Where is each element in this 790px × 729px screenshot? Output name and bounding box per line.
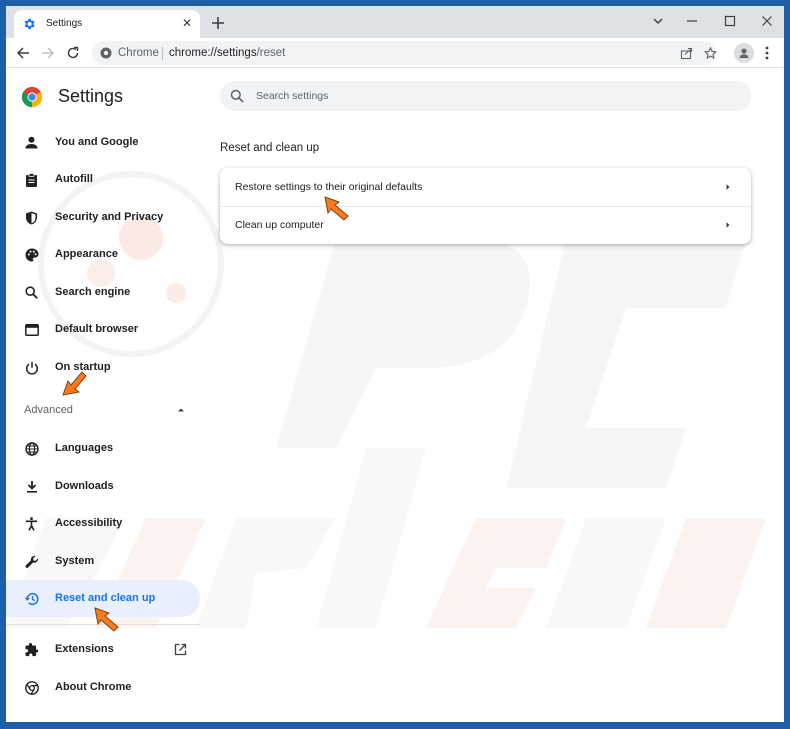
search-icon [230,89,244,103]
search-settings-field[interactable]: Search settings [220,81,751,111]
sidebar-item-autofill[interactable]: Autofill [6,161,200,198]
toolbar: Chrome chrome://settings/reset [6,38,784,68]
sidebar-item-label: Default browser [55,323,139,335]
arrow-right-icon [726,184,730,190]
back-arrow-icon[interactable] [14,44,32,62]
clean-up-computer-row[interactable]: Clean up computer [220,206,751,244]
sidebar-item-label: You and Google [55,136,139,148]
sidebar-item-system[interactable]: System [6,543,200,580]
restore-defaults-row[interactable]: Restore settings to their original defau… [220,168,751,206]
browser-icon [24,322,39,337]
palette-icon [24,247,39,262]
sidebar-item-languages[interactable]: Languages [6,430,200,467]
shield-icon [24,210,39,225]
url-path: /reset [256,47,286,59]
tab-title: Settings [46,18,83,29]
sidebar-item-downloads[interactable]: Downloads [6,468,200,505]
row-label: Restore settings to their original defau… [235,181,423,193]
sidebar-item-label: Reset and clean up [55,592,156,604]
accessibility-icon [24,516,39,531]
sidebar-item-label: About Chrome [55,681,132,693]
reset-options-card: Restore settings to their original defau… [220,168,751,244]
tab-close-icon[interactable]: ✕ [182,16,192,30]
new-tab-icon[interactable] [210,15,226,31]
browser-window: Settings ✕ Chrome chrome://settings/rese… [6,6,784,722]
history-icon [24,591,39,606]
row-label: Clean up computer [235,219,324,231]
wrench-icon [24,554,39,569]
sidebar-item-security-and-privacy[interactable]: Security and Privacy [6,199,200,236]
share-icon[interactable] [678,45,694,61]
puzzle-icon [24,642,39,657]
sidebar-item-label: Appearance [55,248,118,260]
omnibox-site-label: Chrome [118,47,159,59]
profile-avatar-icon[interactable] [734,43,754,63]
sidebar-item-default-browser[interactable]: Default browser [6,311,200,348]
section-title: Reset and clean up [220,142,320,154]
sidebar-item-label: Autofill [55,173,93,185]
omnibox-divider [162,47,163,60]
sidebar-item-label: Accessibility [55,517,123,529]
sidebar-item-you-and-google[interactable]: You and Google [6,124,200,161]
page-title: Settings [58,86,124,106]
sidebar-item-search-engine[interactable]: Search engine [6,274,200,311]
clipboard-icon [24,172,39,187]
omnibox-url[interactable]: chrome://settings/reset [169,47,285,59]
gear-icon [24,18,35,30]
url-host: chrome://settings [169,47,257,59]
settings-page: Settings Search settings You and Google … [6,68,784,722]
tab-settings[interactable]: Settings ✕ [14,10,200,38]
caret-up-icon[interactable] [176,405,186,415]
power-icon [24,360,39,375]
close-window-icon[interactable] [755,10,779,32]
sidebar-item-appearance[interactable]: Appearance [6,236,200,273]
bookmark-star-icon[interactable] [702,45,718,61]
sidebar-item-label: Downloads [55,480,114,492]
chrome-logo-icon [21,86,43,108]
search-icon [24,285,39,300]
tab-search-chevron-icon[interactable] [646,10,670,32]
sidebar-item-label: On startup [55,361,111,373]
sidebar-item-label: Extensions [55,643,114,655]
advanced-section-toggle[interactable]: Advanced [24,404,73,416]
chrome-icon [24,680,39,695]
forward-arrow-icon[interactable] [39,44,57,62]
sidebar-item-accessibility[interactable]: Accessibility [6,505,200,542]
sidebar-item-label: System [55,555,95,567]
globe-icon [24,441,39,456]
sidebar-item-label: Languages [55,442,114,454]
person-icon [24,135,39,150]
sidebar-item-reset-and-clean-up[interactable]: Reset and clean up [6,580,200,617]
reload-icon[interactable] [64,44,82,62]
chrome-site-icon [100,47,112,59]
arrow-right-icon [726,222,730,228]
sidebar-item-label: Search engine [55,286,131,298]
sidebar-divider [6,624,200,625]
sidebar-item-extensions[interactable]: Extensions [6,631,200,668]
tab-strip: Settings ✕ [6,6,784,38]
minimize-icon[interactable] [680,10,704,32]
kebab-menu-icon[interactable] [760,45,774,61]
address-bar[interactable]: Chrome chrome://settings/reset [92,41,718,65]
sidebar-item-label: Security and Privacy [55,211,164,223]
search-input[interactable]: Search settings [256,90,328,102]
sidebar-item-about-chrome[interactable]: About Chrome [6,669,200,706]
download-icon [24,479,39,494]
external-link-icon [174,643,187,656]
sidebar-item-on-startup[interactable]: On startup [6,349,200,386]
maximize-icon[interactable] [718,10,742,32]
